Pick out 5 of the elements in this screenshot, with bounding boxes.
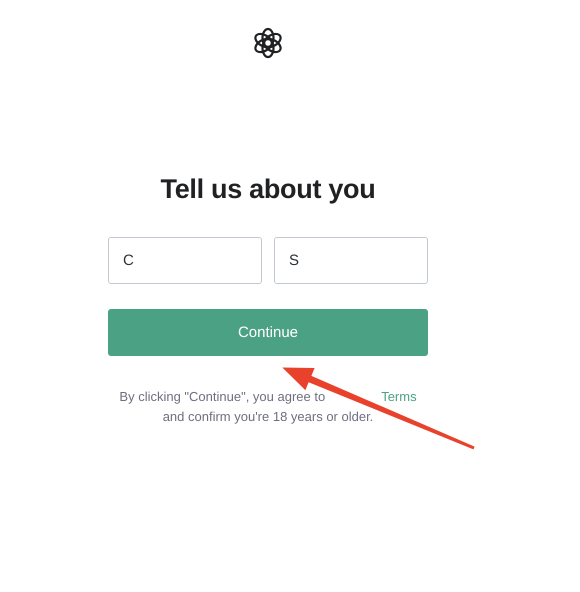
terms-notice: By clicking "Continue", you agree to Terms and confirm you're 18 years or older. (118, 388, 418, 426)
knot-icon (252, 27, 284, 59)
input-field[interactable]: C (108, 237, 262, 284)
input-field[interactable]: S (274, 237, 428, 284)
page-title: Tell us about you (160, 173, 376, 206)
